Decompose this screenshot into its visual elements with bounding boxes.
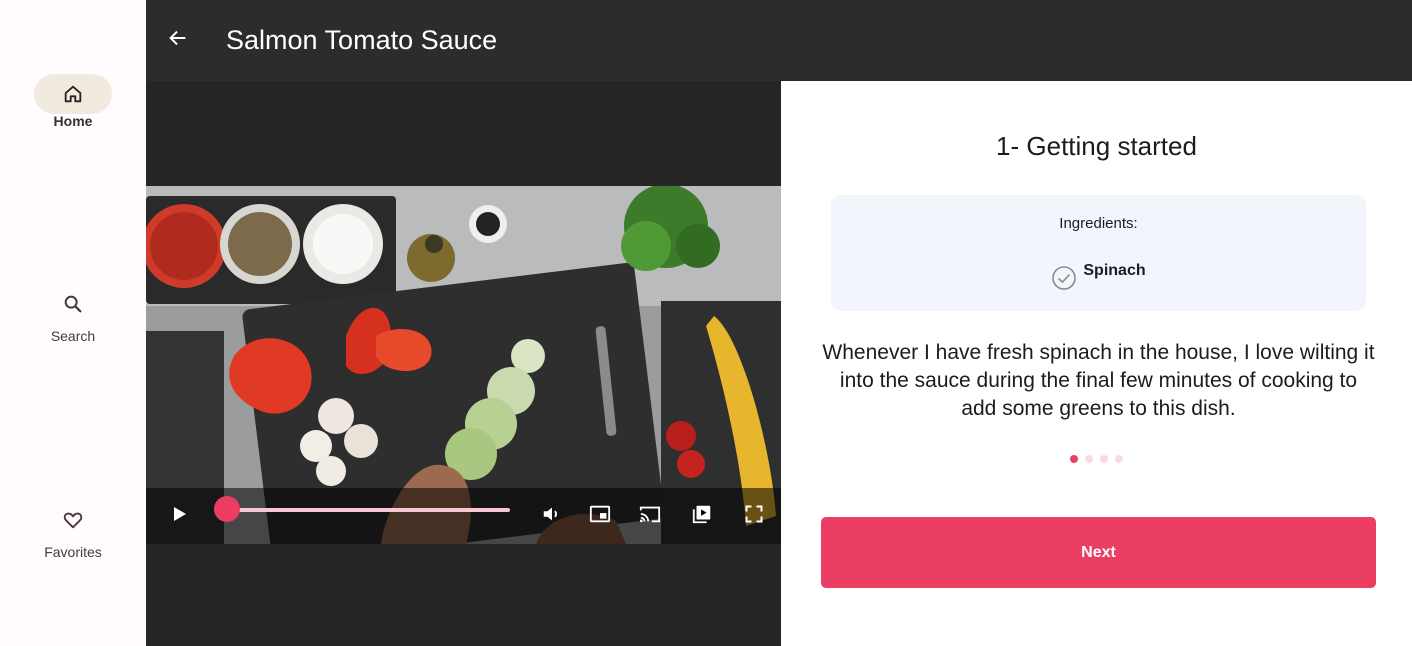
check-circle-icon[interactable]	[1051, 265, 1077, 291]
play-button[interactable]	[164, 500, 196, 532]
search-icon	[61, 292, 85, 316]
picture-in-picture-button[interactable]	[584, 500, 616, 532]
ingredient-item: Spinach	[831, 255, 1366, 291]
home-icon	[61, 82, 85, 106]
cast-icon	[639, 503, 661, 530]
nav-item-home[interactable]: Home	[0, 74, 146, 129]
nav-item-search[interactable]: Search	[0, 292, 146, 344]
volume-icon	[541, 503, 563, 530]
fullscreen-icon	[744, 504, 764, 529]
page-dot-3[interactable]	[1100, 455, 1108, 463]
playlist-button[interactable]	[686, 500, 718, 532]
ingredients-card: Ingredients: Spinach	[831, 195, 1366, 311]
page-dot-4[interactable]	[1115, 455, 1123, 463]
seek-bar[interactable]	[228, 508, 510, 512]
nav-label-favorites: Favorites	[44, 544, 102, 560]
step-description: Whenever I have fresh spinach in the hou…	[822, 341, 1375, 420]
page-dot-1[interactable]	[1070, 455, 1078, 463]
back-button[interactable]	[160, 22, 196, 58]
heart-icon	[61, 508, 85, 532]
page-title: Salmon Tomato Sauce	[226, 25, 498, 55]
ingredients-heading: Ingredients:	[1059, 215, 1138, 232]
page-indicator	[781, 455, 1412, 463]
playlist-icon	[691, 503, 713, 530]
nav-item-favorites[interactable]: Favorites	[0, 508, 146, 560]
arrow-back-icon	[167, 27, 189, 54]
nav-active-indicator	[34, 74, 112, 114]
fullscreen-button[interactable]	[738, 500, 770, 532]
navigation-rail: Home Search Favorites	[0, 0, 146, 646]
nav-label-home: Home	[53, 113, 93, 129]
volume-button[interactable]	[536, 500, 568, 532]
nav-label-search: Search	[50, 328, 96, 344]
cast-button[interactable]	[634, 500, 666, 532]
video-controls	[146, 488, 781, 544]
step-panel: 1- Getting started Ingredients: Spinach …	[781, 81, 1412, 646]
picture-in-picture-icon	[589, 503, 611, 530]
step-title: 1- Getting started	[996, 131, 1197, 161]
play-icon	[173, 506, 187, 527]
ingredient-label: Spinach	[1083, 262, 1146, 279]
seek-thumb[interactable]	[214, 496, 240, 522]
next-button[interactable]: Next	[821, 517, 1376, 588]
app-bar: Salmon Tomato Sauce	[146, 0, 1412, 81]
video-pane	[146, 81, 781, 646]
page-dot-2[interactable]	[1085, 455, 1093, 463]
video-player[interactable]	[146, 186, 781, 544]
